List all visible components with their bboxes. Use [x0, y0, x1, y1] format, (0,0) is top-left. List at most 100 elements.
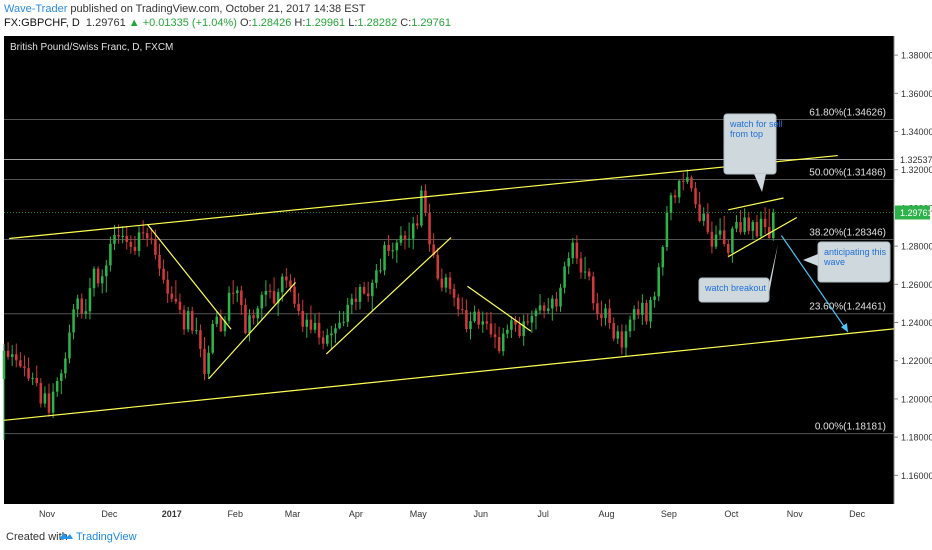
candle-body: [530, 316, 534, 323]
candle-body: [141, 232, 145, 234]
candle-body: [178, 301, 182, 310]
candle-body: [334, 328, 337, 334]
last-price: 1.29761: [85, 17, 126, 29]
y-tick-label: 1.34000: [901, 127, 932, 137]
chart-canvas[interactable]: 1.16000 1.18000 1.20000 1.22000 1.24000 1.260…: [0, 32, 932, 522]
candle-body: [289, 280, 292, 287]
candle-body: [604, 308, 607, 319]
candle-body: [47, 393, 51, 413]
y-tick-label: 1.28000: [901, 242, 932, 252]
candle-body: [706, 213, 710, 232]
candle-body: [452, 288, 456, 298]
candle-body: [219, 316, 223, 332]
candle-body: [403, 235, 407, 240]
candle-body: [240, 290, 243, 305]
candle-body: [743, 217, 746, 233]
candle-body: [375, 270, 378, 283]
y-tick-label: 1.18000: [901, 433, 932, 443]
candle-body: [55, 380, 59, 392]
x-tick-label: Sep: [661, 509, 677, 519]
x-tick-label: Oct: [724, 509, 739, 519]
candle-body: [227, 292, 231, 321]
candle-body: [280, 276, 284, 293]
price-chart[interactable]: 1.16000 1.18000 1.20000 1.22000 1.24000 1.260…: [0, 32, 932, 522]
candle-body: [354, 298, 358, 302]
callout-text: anticipating this: [824, 247, 887, 257]
candle-body: [669, 195, 673, 213]
level-price-tag: 1.32537: [900, 155, 932, 165]
candle-body: [686, 177, 689, 182]
candle-body: [133, 246, 137, 251]
candle-body: [440, 278, 444, 288]
candle-body: [587, 271, 591, 277]
candle-body: [567, 258, 570, 267]
open-value: 1.28426: [251, 17, 292, 29]
candle-body: [407, 238, 411, 240]
candle-body: [244, 304, 247, 334]
y-tick-label: 1.38000: [901, 51, 932, 61]
candle-body: [399, 235, 403, 243]
candle-body: [477, 311, 480, 325]
candle-body: [27, 368, 30, 379]
candle-body: [248, 315, 251, 334]
candle-body: [747, 217, 751, 231]
candle-body: [673, 195, 677, 198]
candle-body: [6, 350, 10, 357]
high-label: H:: [294, 17, 306, 29]
candle-body: [321, 337, 325, 344]
tradingview-brand[interactable]: TradingView: [76, 531, 137, 543]
candle-body: [301, 311, 304, 327]
candle-body: [358, 287, 362, 302]
candle-body: [612, 323, 615, 339]
tradingview-logo-icon: [59, 533, 73, 539]
candle-body: [117, 235, 120, 237]
candle-body: [362, 287, 366, 294]
candle-body: [456, 297, 460, 310]
candle-body: [170, 293, 174, 299]
candle-body: [346, 304, 349, 322]
candle-body: [518, 324, 521, 337]
candle-body: [285, 276, 288, 281]
candle-body: [154, 239, 157, 255]
low-value: 1.28282: [357, 17, 398, 29]
x-tick-label: 2017: [162, 509, 182, 519]
candle-body: [395, 242, 399, 251]
candle-body: [166, 279, 169, 294]
candle-body: [264, 291, 268, 295]
candle-body: [51, 391, 55, 413]
x-tick-label: Jun: [473, 509, 488, 519]
candle-body: [88, 288, 92, 312]
candle-body: [272, 291, 276, 304]
candle-body: [657, 267, 660, 297]
callout-text: watch breakout: [704, 283, 767, 293]
candle-body: [710, 231, 714, 247]
footer: Created with TradingView: [0, 526, 932, 550]
close-value: 1.29761: [411, 17, 452, 29]
candle-body: [546, 308, 550, 311]
candle-body: [591, 276, 595, 304]
author-link[interactable]: Wave-Trader: [4, 3, 67, 15]
candle-body: [424, 190, 427, 213]
candle-body: [391, 250, 395, 252]
publish-line: Wave-Trader published on TradingView.com…: [4, 3, 366, 15]
x-tick-label: Dec: [101, 509, 118, 519]
y-tick-label: 1.32000: [901, 165, 932, 175]
candle-body: [203, 348, 206, 374]
candle-body: [207, 352, 210, 374]
candle-body: [342, 321, 345, 323]
candle-body: [559, 287, 562, 307]
candle-body: [186, 311, 190, 330]
candle-body: [608, 308, 611, 324]
candle-body: [485, 321, 489, 324]
candle-body: [379, 270, 382, 272]
candle-body: [231, 292, 235, 294]
callout-text: watch for sell: [729, 119, 783, 129]
candle-body: [759, 218, 763, 237]
candle-body: [317, 322, 321, 338]
x-tick-label: Nov: [787, 509, 804, 519]
symbol-label: FX:GBPCHF, D: [4, 17, 80, 29]
x-tick-label: Jul: [537, 509, 549, 519]
candle-body: [583, 271, 587, 273]
candle-body: [755, 222, 759, 237]
candle-body: [39, 383, 43, 404]
